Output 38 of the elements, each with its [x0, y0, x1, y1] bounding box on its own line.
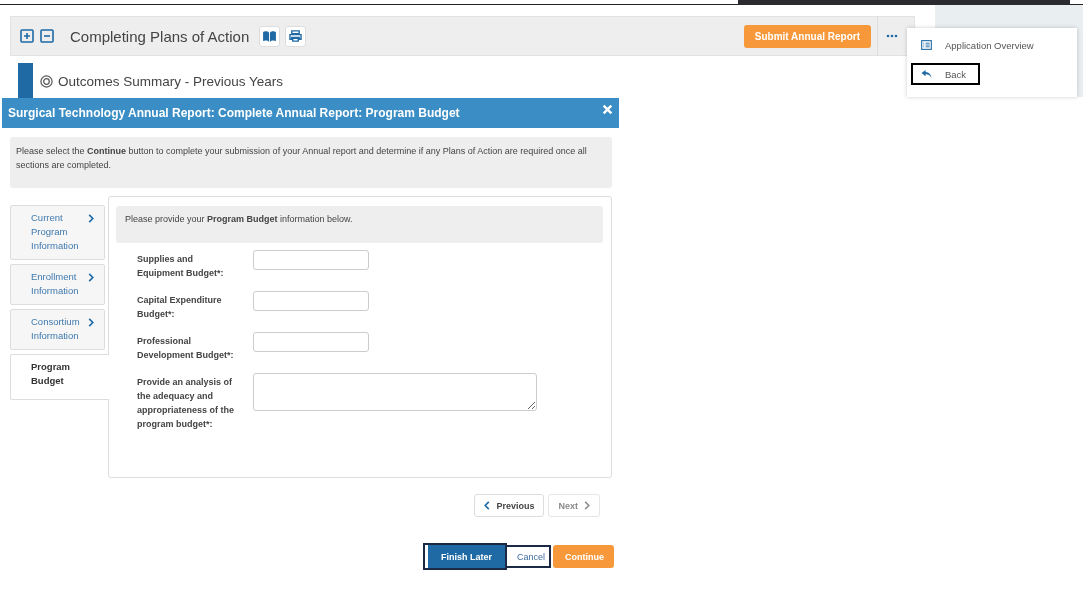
print-button[interactable] [285, 25, 307, 47]
modal-title: Surgical Technology Annual Report: Complete Annual Report: Program Budget [8, 106, 460, 120]
notice-text: Please select the Continue button to complete your submission of your Annual report and determine if any Plans of Action are required once all sections are completed. [16, 145, 588, 172]
section-title: Outcomes Summary - Previous Years [58, 73, 284, 89]
chevron-right-icon [584, 501, 590, 510]
field-label: Professional Development Budget*: [137, 335, 235, 362]
page-title: Completing Plans of Action [70, 27, 250, 45]
collapse-icon[interactable] [40, 29, 54, 43]
close-icon[interactable] [602, 104, 613, 115]
reply-arrow-icon [921, 69, 932, 79]
print-icon [289, 30, 303, 42]
expand-icon[interactable] [20, 29, 34, 43]
menu-item[interactable]: Application Overview [911, 34, 1076, 56]
finish-later-button[interactable]: Finish Later [425, 545, 505, 568]
book-button[interactable] [259, 25, 281, 47]
more-icon[interactable] [886, 34, 898, 38]
intro-text: Please provide your Program Budget information below. [125, 214, 354, 224]
cancel-button[interactable]: Cancel [505, 545, 551, 568]
chevron-right-icon [88, 214, 94, 223]
menu-item[interactable]: Back [911, 63, 980, 85]
step-tab[interactable]: Program Budget [10, 354, 110, 400]
chevron-right-icon [88, 273, 94, 282]
step-tab[interactable]: Enrollment Information [10, 264, 105, 305]
target-icon [40, 74, 53, 88]
field-label: Capital Expenditure Budget*: [137, 294, 223, 321]
list-icon [921, 40, 932, 50]
section-marker [18, 63, 33, 99]
field-label: Provide an analysis of the adequacy and appropriateness of the program budget*: [137, 376, 236, 431]
previous-button[interactable]: Previous [474, 494, 545, 517]
input-field[interactable] [253, 250, 369, 270]
input-field[interactable] [253, 291, 369, 311]
book-icon [262, 30, 278, 42]
chevron-left-icon [484, 501, 491, 510]
chevron-right-icon [88, 318, 94, 327]
input-field[interactable] [253, 332, 369, 352]
step-tab[interactable]: Consortium Information [10, 309, 105, 350]
step-tab[interactable]: Current Program Information [10, 205, 105, 260]
field-label: Supplies and Equipment Budget*: [137, 253, 225, 280]
